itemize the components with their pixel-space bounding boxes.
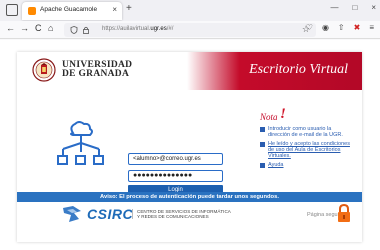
- page-content: UNIVERSIDAD DE GRANADA Escritorio Virtua…: [0, 40, 380, 250]
- menu-icon[interactable]: ≡: [369, 23, 374, 32]
- share-icon[interactable]: ⇧: [338, 23, 345, 32]
- header-banner: Escritorio Virtual: [187, 52, 362, 90]
- square-bullet-icon: [260, 127, 265, 132]
- toolbar-right: ♡ ◉ ⇧ ✖ ≡: [306, 23, 374, 32]
- extension-icon[interactable]: ✖: [354, 23, 361, 32]
- csirc-subtitle: CENTRO DE SERVICIOS DE INFORMÁTICA Y RED…: [132, 209, 231, 219]
- pocket-icon[interactable]: ♡: [306, 23, 313, 32]
- auth-alert-bar: Aviso: El proceso de autenticación puede…: [17, 192, 362, 202]
- home-button[interactable]: ⌂: [48, 23, 53, 33]
- secure-lock-icon: [338, 203, 350, 222]
- shield-icon[interactable]: [70, 26, 78, 34]
- tab-close-icon[interactable]: ×: [112, 5, 117, 14]
- csirc-emblem-logo: [63, 206, 81, 222]
- window-controls: — □ ×: [330, 3, 376, 12]
- header: UNIVERSIDAD DE GRANADA Escritorio Virtua…: [17, 52, 362, 90]
- tab-overview-icon[interactable]: [6, 4, 18, 16]
- url-bar[interactable]: https://auilavirtual.ugr.es/#/ ☆: [64, 23, 316, 37]
- browser-window: Apache Guacamole × + — □ × ← → C ⌂ https…: [0, 0, 380, 250]
- minimize-button[interactable]: —: [330, 3, 338, 12]
- guacamole-favicon: [28, 7, 36, 15]
- nota-list: Introducir como usuario la dirección de …: [260, 126, 350, 171]
- nota-item-usuario: Introducir como usuario la dirección de …: [260, 126, 350, 138]
- login-card: UNIVERSIDAD DE GRANADA Escritorio Virtua…: [17, 52, 362, 242]
- ugr-seal-logo: [32, 58, 56, 82]
- tab-active[interactable]: Apache Guacamole ×: [22, 2, 122, 20]
- nota-item-condiciones[interactable]: He leído y acepto las condiciones de uso…: [260, 141, 350, 159]
- banner-title: Escritorio Virtual: [249, 62, 348, 77]
- tab-bar: Apache Guacamole × + — □ ×: [0, 0, 380, 21]
- forward-button[interactable]: →: [20, 23, 29, 33]
- back-button[interactable]: ←: [6, 23, 15, 33]
- nota-item-ayuda[interactable]: Ayuda: [260, 162, 350, 168]
- help-link[interactable]: Ayuda: [268, 162, 284, 168]
- nota-item-text: Introducir como usuario la dirección de …: [268, 126, 343, 138]
- nota-title: Nota: [260, 112, 278, 122]
- nota-exclamation: !: [280, 106, 286, 122]
- network-diagram-icon: [57, 121, 104, 165]
- navigation-bar: ← → C ⌂ https://auilavirtual.ugr.es/#/ ☆…: [0, 21, 380, 39]
- username-field[interactable]: <alumno>@correo.ugr.es: [128, 153, 223, 165]
- new-tab-button[interactable]: +: [126, 3, 132, 14]
- university-name: UNIVERSIDAD DE GRANADA: [62, 60, 133, 79]
- help-book-icon: [260, 163, 265, 168]
- password-field[interactable]: ●●●●●●●●●●●●●●: [128, 170, 223, 182]
- checkbox-icon[interactable]: [260, 142, 265, 147]
- reload-button[interactable]: C: [35, 23, 42, 33]
- account-icon[interactable]: ◉: [322, 23, 329, 32]
- conditions-link[interactable]: He leído y acepto las condiciones de uso…: [268, 141, 350, 159]
- tab-title: Apache Guacamole: [40, 6, 98, 13]
- maximize-button[interactable]: □: [352, 3, 357, 12]
- close-window-button[interactable]: ×: [371, 3, 376, 12]
- csirc-wordmark: CSIRC: [87, 206, 134, 222]
- url-text: https://auilavirtual.ugr.es/#/: [102, 26, 174, 32]
- lock-icon[interactable]: [82, 26, 90, 34]
